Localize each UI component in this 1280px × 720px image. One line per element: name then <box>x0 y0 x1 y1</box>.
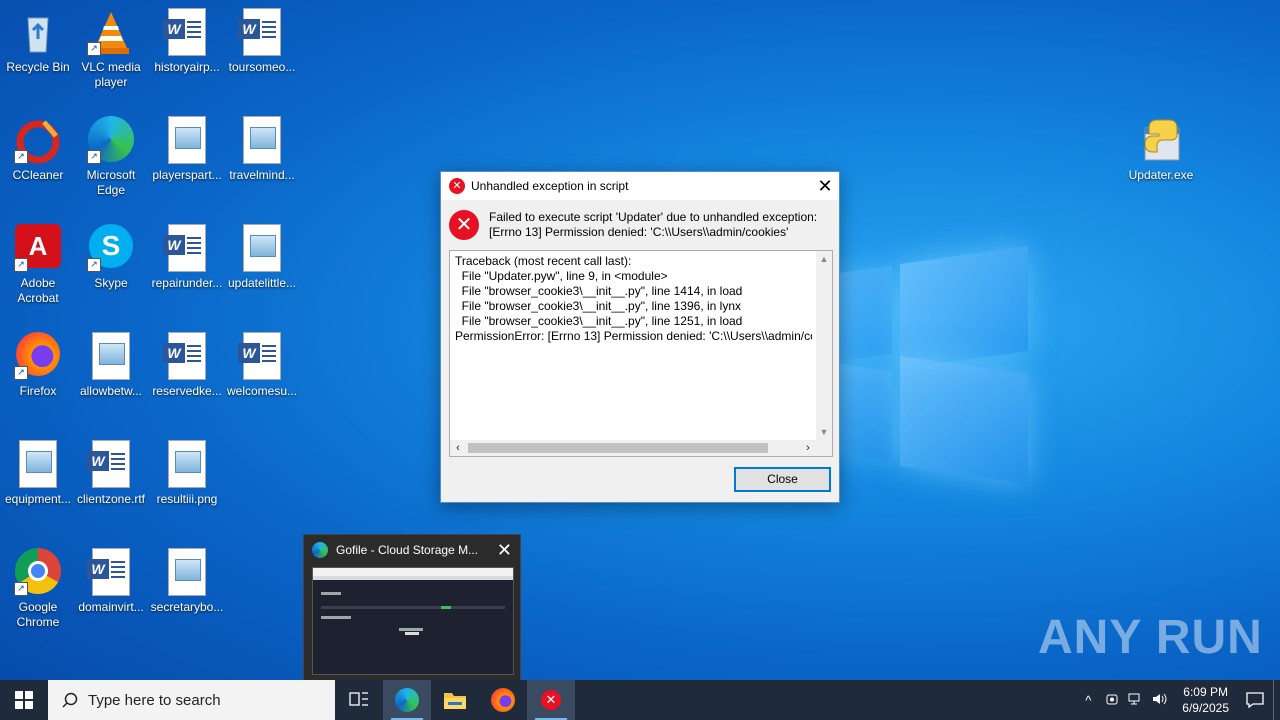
scroll-down-icon[interactable]: ▼ <box>816 424 832 440</box>
image-file-icon <box>238 116 286 164</box>
firefox-icon: ↗ <box>14 332 62 380</box>
word-doc-icon: W <box>163 332 211 380</box>
taskbar-edge-button[interactable] <box>383 680 431 720</box>
desktop-icon-repairunder[interactable]: W repairunder... <box>149 224 225 291</box>
chrome-icon: ↗ <box>14 548 62 596</box>
desktop-icon-edge[interactable]: ↗ Microsoft Edge <box>73 116 149 198</box>
search-placeholder: Type here to search <box>88 691 221 709</box>
desktop-icon-updatelittle[interactable]: updatelittle... <box>224 224 300 291</box>
desktop-icon-firefox[interactable]: ↗ Firefox <box>0 332 76 399</box>
dialog-close-x-button[interactable]: ✕ <box>811 172 839 200</box>
windows-wallpaper-logo <box>830 235 1030 484</box>
image-file-icon <box>238 224 286 272</box>
desktop-icon-allowbetw[interactable]: allowbetw... <box>73 332 149 399</box>
anyrun-watermark: ANY RUN <box>1038 611 1263 664</box>
vertical-scrollbar[interactable]: ▲ ▼ <box>816 251 832 440</box>
clock-date: 6/9/2025 <box>1182 701 1229 715</box>
desktop-icon-playerspart[interactable]: playerspart... <box>149 116 225 183</box>
desktop-icon-chrome[interactable]: ↗ Google Chrome <box>0 548 76 630</box>
python-exe-icon <box>1137 116 1185 164</box>
word-doc-icon: W <box>87 440 135 488</box>
clock-time: 6:09 PM <box>1183 685 1228 699</box>
edge-icon <box>312 542 328 558</box>
show-hidden-icons-chevron-icon[interactable]: ^ <box>1076 693 1100 708</box>
acrobat-icon: A ↗ <box>14 224 62 272</box>
taskbar-preview-edge[interactable]: Gofile - Cloud Storage M... ✕ <box>303 534 521 682</box>
taskbar-clock[interactable]: 6:09 PM 6/9/2025 <box>1182 684 1229 716</box>
desktop-icon-secretarybo[interactable]: secretarybo... <box>149 548 225 615</box>
word-doc-icon: W <box>87 548 135 596</box>
desktop-icon-vlc[interactable]: ↗ VLC media player <box>73 8 149 90</box>
exception-dialog: ✕ Unhandled exception in script ✕ ✕ Fail… <box>440 171 840 503</box>
skype-icon: S ↗ <box>87 224 135 272</box>
task-view-button[interactable] <box>335 680 383 720</box>
edge-icon: ↗ <box>87 116 135 164</box>
desktop-icon-toursomeo[interactable]: W toursomeo... <box>224 8 300 75</box>
scrollbar-corner <box>816 440 832 456</box>
preview-close-icon[interactable]: ✕ <box>497 540 512 561</box>
folder-icon <box>444 693 466 709</box>
desktop-icon-welcomesu[interactable]: W welcomesu... <box>224 332 300 399</box>
taskbar-search-box[interactable]: Type here to search <box>48 680 335 720</box>
word-doc-icon: W <box>163 8 211 56</box>
word-doc-icon: W <box>238 8 286 56</box>
taskbar: Type here to search ✕ ^ 6:09 PM 6/9/2025 <box>0 680 1280 720</box>
desktop-icon-travelmind[interactable]: travelmind... <box>224 116 300 183</box>
image-file-icon <box>163 548 211 596</box>
preview-title: Gofile - Cloud Storage M... <box>336 543 479 557</box>
image-file-icon <box>163 116 211 164</box>
scroll-right-icon[interactable]: › <box>800 440 816 456</box>
word-doc-icon: W <box>238 332 286 380</box>
desktop-icon-skype[interactable]: S ↗ Skype <box>73 224 149 291</box>
dialog-title: Unhandled exception in script <box>471 179 629 193</box>
desktop-icon-resultiii[interactable]: resultiii.png <box>149 440 225 507</box>
image-file-icon <box>87 332 135 380</box>
action-center-button[interactable] <box>1237 680 1273 720</box>
desktop-icon-acrobat[interactable]: A ↗ Adobe Acrobat <box>0 224 76 306</box>
scroll-left-icon[interactable]: ‹ <box>450 440 466 456</box>
desktop-icon-equipment[interactable]: equipment... <box>0 440 76 507</box>
taskbar-file-explorer-button[interactable] <box>431 680 479 720</box>
ccleaner-icon: ↗ <box>14 116 62 164</box>
taskbar-firefox-button[interactable] <box>479 680 527 720</box>
network-icon[interactable] <box>1124 692 1148 709</box>
error-icon: ✕ <box>449 210 479 240</box>
traceback-text: Traceback (most recent call last): File … <box>455 254 812 343</box>
horizontal-scroll-thumb[interactable] <box>468 443 768 453</box>
meet-now-icon[interactable] <box>1100 692 1124 709</box>
dialog-titlebar[interactable]: ✕ Unhandled exception in script ✕ <box>441 172 839 200</box>
windows-icon <box>15 691 33 709</box>
traceback-textbox[interactable]: Traceback (most recent call last): File … <box>449 250 833 457</box>
system-tray: ^ 6:09 PM 6/9/2025 <box>1076 680 1280 720</box>
notification-icon <box>1246 692 1264 708</box>
desktop-icon-historyairp[interactable]: W historyairp... <box>149 8 225 75</box>
word-doc-icon: W <box>163 224 211 272</box>
vlc-icon: ↗ <box>87 8 135 56</box>
volume-icon[interactable] <box>1148 692 1172 709</box>
error-icon: ✕ <box>449 178 465 194</box>
desktop-icon-updater-exe[interactable]: Updater.exe <box>1123 116 1199 183</box>
desktop-icon-domainvirt[interactable]: W domainvirt... <box>73 548 149 615</box>
close-button[interactable]: Close <box>734 467 831 492</box>
image-file-icon <box>163 440 211 488</box>
search-icon <box>62 692 78 708</box>
taskbar-error-app-button[interactable]: ✕ <box>527 680 575 720</box>
desktop-icon-recycle-bin[interactable]: Recycle Bin <box>0 8 76 75</box>
desktop-icon-reservedke[interactable]: W reservedke... <box>149 332 225 399</box>
firefox-icon <box>491 688 515 712</box>
start-button[interactable] <box>0 680 48 720</box>
desktop-icon-ccleaner[interactable]: ↗ CCleaner <box>0 116 76 183</box>
show-desktop-button[interactable] <box>1273 680 1280 720</box>
horizontal-scrollbar[interactable]: ‹ › <box>450 440 816 456</box>
task-view-icon <box>349 692 368 706</box>
desktop-icon-clientzone[interactable]: W clientzone.rtf <box>73 440 149 507</box>
error-message: Failed to execute script 'Updater' due t… <box>489 210 818 239</box>
image-file-icon <box>14 440 62 488</box>
edge-icon <box>395 688 419 712</box>
preview-thumbnail[interactable] <box>312 567 514 675</box>
recycle-bin-icon <box>14 8 62 56</box>
scroll-up-icon[interactable]: ▲ <box>816 251 832 267</box>
error-icon: ✕ <box>541 690 561 710</box>
error-message-row: ✕ Failed to execute script 'Updater' due… <box>449 210 831 240</box>
